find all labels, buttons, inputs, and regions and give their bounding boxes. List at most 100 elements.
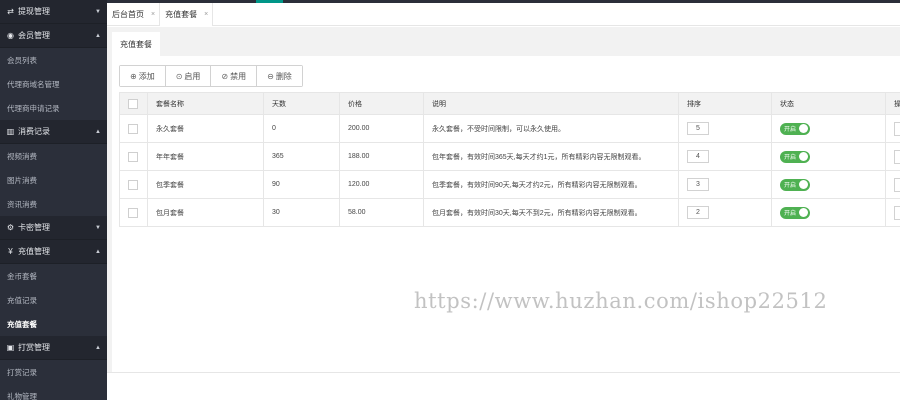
row-action-button[interactable]	[894, 177, 900, 192]
select-all-cell	[119, 92, 148, 115]
ban-icon: ⊘	[221, 71, 229, 81]
cell-desc: 包年套餐，有效时间365天,每天才约1元，所有精彩内容无限制观看。	[423, 142, 679, 171]
col-header-price[interactable]: 价格	[339, 92, 424, 115]
sidebar-item-video-consumption[interactable]: 视频消费	[0, 144, 107, 168]
status-toggle[interactable]: 开启	[780, 206, 810, 219]
table-row: 年年套餐 365 188.00 包年套餐，有效时间365天,每天才约1元，所有精…	[119, 142, 900, 171]
col-header-ops: 操	[885, 92, 900, 115]
col-header-days[interactable]: 天数	[263, 92, 340, 115]
cell-desc: 包季套餐，有效时间90天,每天才约2元，所有精彩内容无限制观看。	[423, 170, 679, 199]
row-action-button[interactable]	[894, 205, 900, 220]
cell-status: 开启	[771, 198, 886, 227]
sidebar-group-withdraw[interactable]: ⇄ 提现管理 ▼	[0, 0, 107, 24]
subtab-recharge-packages[interactable]: 充值套餐	[112, 32, 160, 56]
sidebar-group-label: 提现管理	[18, 7, 50, 16]
sidebar-group-members[interactable]: ◉ 会员管理 ▲	[0, 24, 107, 48]
yen-icon: ¥	[8, 247, 13, 256]
sort-input[interactable]: 5	[687, 122, 709, 135]
sidebar-item-agent-applications[interactable]: 代理商申请记录	[0, 96, 107, 120]
cell-ops	[885, 142, 900, 171]
row-action-button[interactable]	[894, 149, 900, 164]
cell-days: 0	[263, 114, 340, 143]
status-toggle[interactable]: 开启	[780, 150, 810, 163]
sidebar-item-recharge-records[interactable]: 充值记录	[0, 288, 107, 312]
toolbar: ⊕ 添加 ⊙ 启用 ⊘ 禁用 ⊖ 删除	[119, 65, 303, 87]
row-select-cell	[119, 170, 148, 199]
tab-recharge-packages[interactable]: 充值套餐 ×	[160, 3, 214, 26]
row-checkbox[interactable]	[128, 151, 138, 162]
user-circle-icon: ◉	[7, 31, 14, 40]
table-row: 包季套餐 90 120.00 包季套餐，有效时间90天,每天才约2元，所有精彩内…	[119, 170, 900, 199]
bar-chart-icon: ▥	[6, 127, 15, 136]
sidebar-group-label: 打赏管理	[18, 343, 50, 352]
sidebar-item-coin-packages[interactable]: 金币套餐	[0, 264, 107, 288]
delete-button[interactable]: ⊖ 删除	[257, 66, 302, 86]
cell-ops	[885, 170, 900, 199]
watermark-text: https://www.huzhan.com/ishop22512	[414, 289, 828, 313]
sort-input[interactable]: 4	[687, 150, 709, 163]
sidebar-item-gift-management[interactable]: 礼物管理	[0, 384, 107, 400]
close-icon[interactable]: ×	[204, 11, 208, 18]
sidebar-item-agent-domains[interactable]: 代理商域名管理	[0, 72, 107, 96]
col-header-status[interactable]: 状态	[771, 92, 886, 115]
cell-days: 365	[263, 142, 340, 171]
row-select-cell	[119, 198, 148, 227]
sidebar-group-label: 消费记录	[18, 127, 50, 136]
exchange-icon: ⇄	[7, 7, 14, 16]
sidebar-group-label: 充值管理	[18, 247, 50, 256]
cell-status: 开启	[771, 114, 886, 143]
sidebar-item-news-consumption[interactable]: 资讯消费	[0, 192, 107, 216]
sidebar-group-tips[interactable]: ▣ 打赏管理 ▲	[0, 336, 107, 360]
caret-up-icon: ▲	[95, 248, 101, 255]
row-select-cell	[119, 142, 148, 171]
status-toggle[interactable]: 开启	[780, 178, 810, 191]
sort-input[interactable]: 3	[687, 178, 709, 191]
close-icon[interactable]: ×	[151, 11, 155, 18]
cell-sort: 4	[678, 142, 772, 171]
cell-price: 188.00	[339, 142, 424, 171]
toggle-knob	[799, 124, 808, 133]
row-checkbox[interactable]	[128, 123, 138, 134]
cell-status: 开启	[771, 170, 886, 199]
sidebar-group-label: 会员管理	[18, 31, 50, 40]
col-header-desc[interactable]: 说明	[423, 92, 679, 115]
caret-up-icon: ▲	[95, 128, 101, 135]
cell-name: 包季套餐	[147, 170, 264, 199]
sidebar-group-label: 卡密管理	[18, 223, 50, 232]
cell-price: 58.00	[339, 198, 424, 227]
table-header-row: 套餐名称 天数 价格 说明 排序 状态 操	[119, 92, 900, 115]
sidebar-item-tip-records[interactable]: 打赏记录	[0, 360, 107, 384]
packages-table: 套餐名称 天数 价格 说明 排序 状态 操 永久套餐 0 200.00	[119, 92, 900, 227]
delete-button-label: 删除	[275, 71, 292, 81]
enable-button[interactable]: ⊙ 启用	[165, 66, 212, 86]
tab-home[interactable]: 后台首页 ×	[107, 3, 161, 26]
disable-button-label: 禁用	[230, 71, 247, 81]
status-toggle[interactable]: 开启	[780, 122, 810, 135]
cell-ops	[885, 114, 900, 143]
select-all-checkbox[interactable]	[128, 98, 138, 109]
gear-icon: ⚙	[6, 223, 15, 232]
disable-button[interactable]: ⊘ 禁用	[211, 66, 258, 86]
cell-sort: 3	[678, 170, 772, 199]
check-circle-icon: ⊙	[175, 71, 183, 81]
row-checkbox[interactable]	[128, 207, 138, 218]
sort-input[interactable]: 2	[687, 206, 709, 219]
cell-desc: 永久套餐，不受时间限制，可以永久使用。	[423, 114, 679, 143]
sidebar-group-consumption[interactable]: ▥ 消费记录 ▲	[0, 120, 107, 144]
cell-name: 年年套餐	[147, 142, 264, 171]
sidebar-item-recharge-packages[interactable]: 充值套餐	[0, 312, 107, 336]
sidebar-item-image-consumption[interactable]: 图片消费	[0, 168, 107, 192]
col-header-name[interactable]: 套餐名称	[147, 92, 264, 115]
status-toggle-label: 开启	[784, 183, 797, 189]
cell-days: 90	[263, 170, 340, 199]
row-action-button[interactable]	[894, 121, 900, 136]
sidebar-item-member-list[interactable]: 会员列表	[0, 48, 107, 72]
add-button[interactable]: ⊕ 添加	[120, 66, 166, 86]
col-header-sort[interactable]: 排序	[678, 92, 772, 115]
sidebar-group-recharge[interactable]: ¥ 充值管理 ▲	[0, 240, 107, 264]
sidebar-group-cards[interactable]: ⚙ 卡密管理 ▼	[0, 216, 107, 240]
cell-ops	[885, 198, 900, 227]
sidebar: ⇄ 提现管理 ▼ ◉ 会员管理 ▲ 会员列表 代理商域名管理 代理商申请记录 ▥ 消费…	[0, 0, 107, 400]
subtab-bar: 充值套餐	[112, 32, 900, 56]
row-checkbox[interactable]	[128, 179, 138, 190]
